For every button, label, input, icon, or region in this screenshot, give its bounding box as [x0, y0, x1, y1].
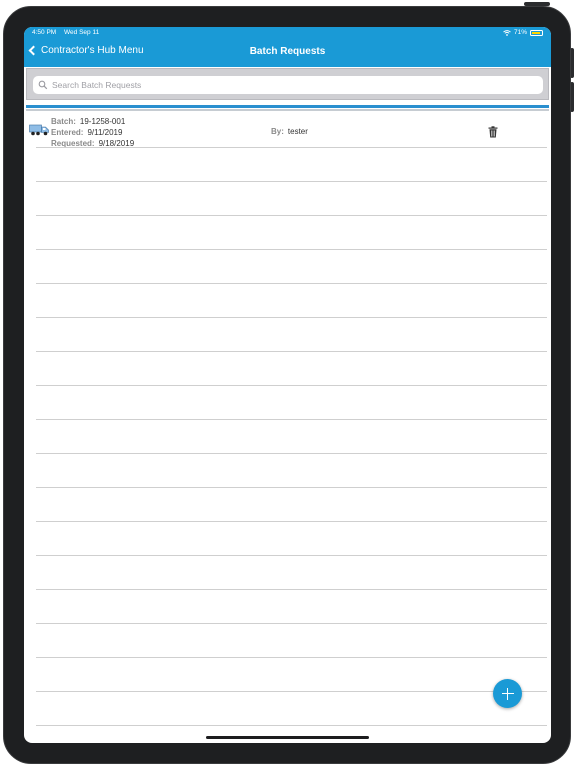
row-separator: [36, 589, 547, 590]
status-time: 4:50 PM: [32, 29, 57, 36]
add-batch-button[interactable]: [493, 679, 522, 708]
section-divider-shadow: [26, 109, 549, 111]
entered-date: 9/11/2019: [87, 128, 123, 137]
row-separator: [36, 691, 547, 692]
search-input[interactable]: Search Batch Requests: [33, 76, 543, 94]
row-separator: [36, 351, 547, 352]
row-separator: [36, 419, 547, 420]
batch-list[interactable]: Batch: 19-1258-001 Entered: 9/11/2019 Requ…: [24, 112, 551, 743]
battery-percent: 71%: [513, 29, 527, 36]
entered-label: Entered:: [51, 128, 84, 137]
status-right: 71%: [503, 29, 543, 36]
row-separator: [36, 521, 547, 522]
row-separator: [36, 283, 547, 284]
row-separator: [36, 215, 547, 216]
row-separator: [36, 555, 547, 556]
entered-line: Entered: 9/11/2019: [51, 127, 134, 138]
app-screen: 4:50 PM Wed Sep 11 71% Contractor's Hub …: [24, 27, 551, 743]
search-bar: Search Batch Requests: [26, 68, 549, 100]
page-title: Batch Requests: [249, 46, 326, 57]
batch-number: 19-1258-001: [79, 117, 126, 126]
row-separator: [36, 725, 547, 726]
nav-bar: Contractor's Hub Menu Batch Requests: [24, 39, 551, 67]
row-separator: [36, 657, 547, 658]
trash-icon[interactable]: [488, 126, 498, 138]
section-divider: [26, 105, 549, 108]
truck-icon: [29, 124, 49, 136]
status-bar: 4:50 PM Wed Sep 11 71%: [24, 27, 551, 39]
by-user: tester: [287, 127, 308, 136]
by-field: By: tester: [271, 127, 308, 136]
row-separator: [36, 623, 547, 624]
status-left: 4:50 PM Wed Sep 11: [32, 29, 105, 36]
list-item[interactable]: Batch: 19-1258-001 Entered: 9/11/2019 Requ…: [24, 112, 551, 148]
batch-number-line: Batch: 19-1258-001: [51, 116, 134, 127]
by-label: By:: [271, 127, 284, 136]
row-separator: [36, 385, 547, 386]
battery-icon: [530, 29, 543, 36]
row-separator: [36, 249, 547, 250]
plus-icon: [501, 687, 514, 700]
row-separator: [36, 487, 547, 488]
wifi-icon: [503, 29, 511, 36]
row-separator: [36, 453, 547, 454]
search-icon: [38, 80, 48, 90]
status-date: Wed Sep 11: [64, 29, 100, 36]
row-separator: [36, 147, 547, 148]
home-indicator[interactable]: [206, 736, 369, 739]
row-separator: [36, 317, 547, 318]
batch-fields: Batch: 19-1258-001 Entered: 9/11/2019 Requ…: [51, 116, 134, 149]
search-placeholder: Search Batch Requests: [52, 80, 142, 90]
batch-label: Batch:: [51, 117, 76, 126]
row-separator: [36, 181, 547, 182]
